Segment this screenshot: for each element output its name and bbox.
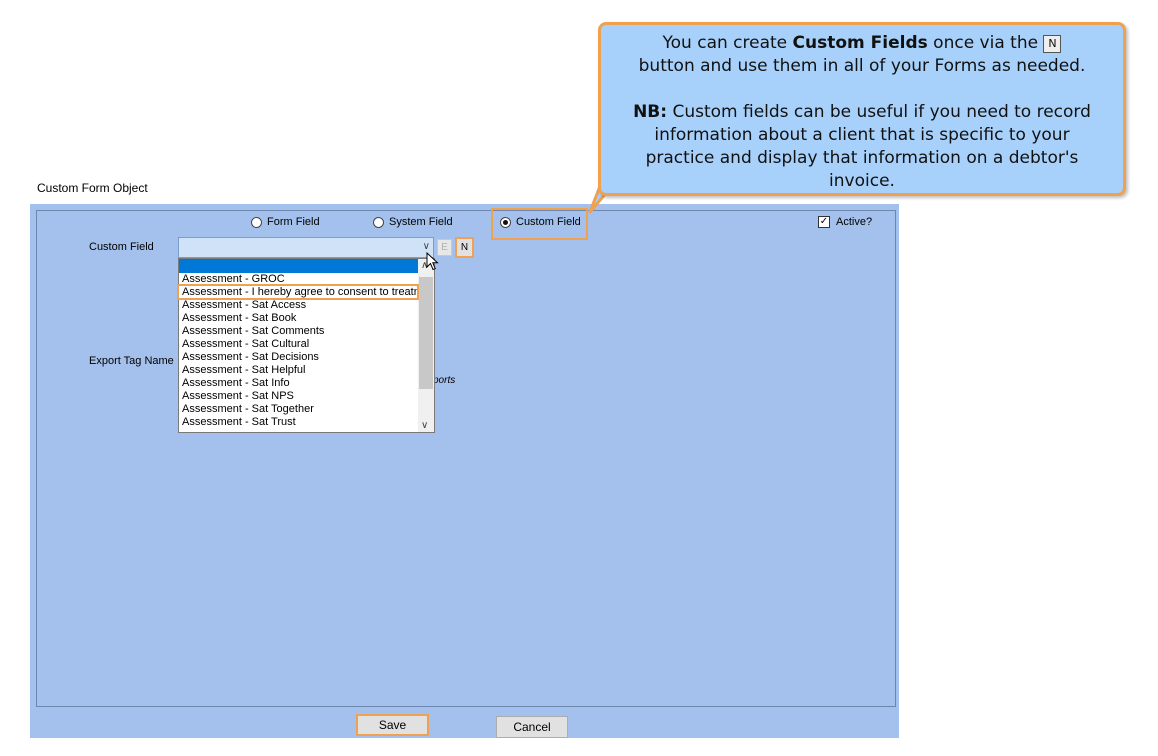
- list-item[interactable]: Assessment - Sat Info: [182, 377, 290, 390]
- custom-field-combobox[interactable]: ∨: [178, 237, 434, 258]
- window-title: Custom Form Object: [37, 181, 148, 195]
- callout-line-1: You can create Custom Fields once via th…: [601, 32, 1123, 55]
- callout-line-2: button and use them in all of your Forms…: [638, 56, 1086, 76]
- form-field-radio[interactable]: Form Field: [251, 216, 320, 228]
- scroll-thumb[interactable]: [419, 277, 433, 389]
- radio-selected-icon: [500, 216, 511, 228]
- system-field-label: System Field: [389, 216, 453, 228]
- radio-icon: [373, 216, 384, 228]
- save-button[interactable]: Save: [356, 714, 429, 736]
- chevron-down-icon: ∨: [422, 241, 430, 252]
- mouse-cursor-icon: [426, 252, 439, 271]
- checkmark-icon: ✓: [819, 216, 829, 227]
- custom-field-radio[interactable]: Custom Field: [500, 216, 581, 228]
- list-item[interactable]: Assessment - Sat Together: [182, 403, 314, 416]
- chevron-down-icon[interactable]: ∨: [421, 420, 428, 431]
- form-field-label: Form Field: [267, 216, 320, 228]
- help-callout: You can create Custom Fields once via th…: [598, 22, 1126, 196]
- list-item[interactable]: Assessment - Sat Trust: [182, 416, 296, 429]
- new-field-button[interactable]: N: [455, 237, 474, 258]
- list-item[interactable]: Assessment - Sat NPS: [182, 390, 294, 403]
- dropdown-selected-row[interactable]: [179, 259, 418, 273]
- system-field-radio[interactable]: System Field: [373, 216, 453, 228]
- radio-icon: [251, 216, 262, 228]
- list-item[interactable]: Assessment - Sat Access: [182, 299, 306, 312]
- list-item[interactable]: Assessment - Sat Book: [182, 312, 296, 325]
- dropdown-scrollbar[interactable]: ∧ ∨: [418, 259, 434, 432]
- export-tag-note: ports: [433, 375, 456, 386]
- callout-nb: NB: Custom fields can be useful if you n…: [633, 102, 1091, 191]
- cancel-button[interactable]: Cancel: [496, 716, 568, 738]
- list-item[interactable]: Assessment - Sat Helpful: [182, 364, 306, 377]
- form-frame: [36, 210, 896, 707]
- export-tag-label: Export Tag Name: [89, 355, 174, 367]
- list-item[interactable]: Assessment - Sat Cultural: [182, 338, 309, 351]
- list-item[interactable]: Assessment - Sat Decisions: [182, 351, 319, 364]
- active-label: Active?: [836, 216, 873, 228]
- consent-item-highlight: [177, 284, 419, 300]
- n-key-icon: N: [1043, 35, 1062, 53]
- list-item[interactable]: Assessment - Sat Comments: [182, 325, 324, 338]
- custom-field-label: Custom Field: [89, 241, 154, 253]
- custom-field-radio-label: Custom Field: [516, 216, 581, 228]
- active-checkbox[interactable]: ✓: [818, 216, 830, 228]
